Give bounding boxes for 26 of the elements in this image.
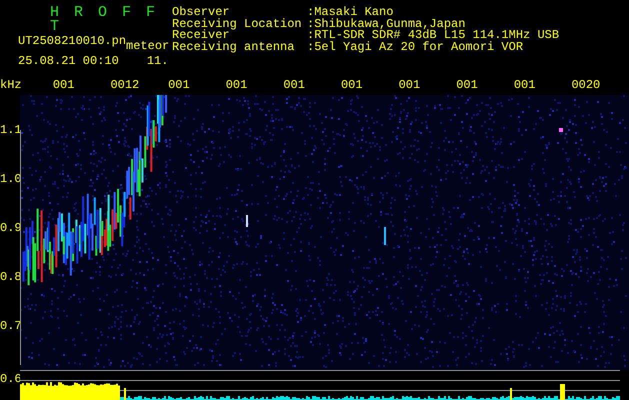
time-label: 001 bbox=[340, 80, 364, 91]
info-label: Receiving antenna bbox=[172, 42, 296, 53]
mode-label: meteor bbox=[126, 41, 170, 52]
info-value: :RTL-SDR SDR# 43dB L15 114.1MHz USB bbox=[307, 30, 560, 42]
frequency-label: 0.7 bbox=[0, 319, 22, 333]
info-label: Observer bbox=[172, 7, 230, 18]
time-label: 001 bbox=[52, 80, 76, 91]
time-label: 001 bbox=[398, 80, 422, 91]
file-name: UT2508210010.pn bbox=[18, 36, 126, 48]
time-label: 0020 bbox=[571, 80, 602, 91]
info-label: Receiving Location bbox=[172, 18, 303, 30]
info-value: :Masaki Kano bbox=[307, 7, 394, 18]
time-label: 001 bbox=[283, 80, 306, 91]
time-label: 001 bbox=[226, 80, 248, 91]
timestamp: 25.08.21 00:10 bbox=[18, 56, 119, 67]
info-value: :Shibukawa,Gunma,Japan bbox=[307, 18, 466, 30]
time-label: 001 bbox=[168, 80, 191, 91]
time-label: 0012 bbox=[110, 80, 140, 91]
app-title: H R O F F T bbox=[49, 6, 160, 34]
time-label: 001 bbox=[514, 80, 536, 91]
info-value: :5el Yagi Az 20 for Aomori VOR bbox=[307, 42, 524, 53]
info-label: Receiver bbox=[172, 30, 230, 42]
frequency-label: 1.1 bbox=[0, 123, 22, 137]
time-label: 001 bbox=[456, 80, 479, 91]
unit-label: kHz bbox=[0, 80, 23, 91]
count-label: 11. bbox=[146, 56, 168, 67]
